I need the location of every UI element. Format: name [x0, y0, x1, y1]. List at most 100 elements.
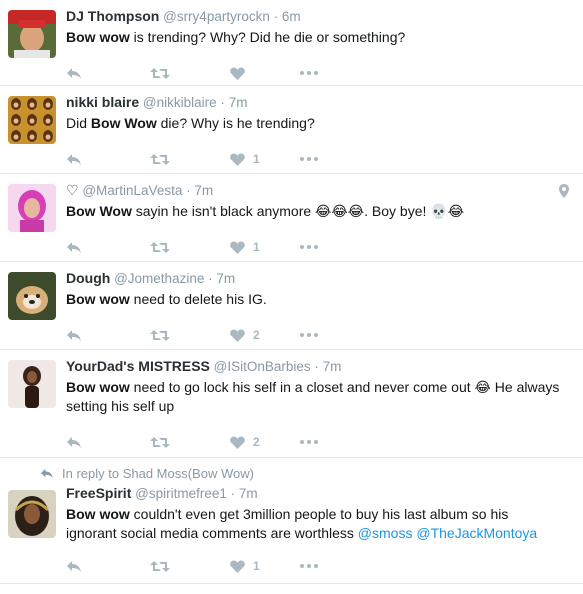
more-icon-dot	[307, 333, 311, 337]
retweet-button[interactable]	[150, 67, 230, 80]
reply-button[interactable]	[66, 560, 150, 573]
like-button[interactable]	[230, 67, 300, 80]
user-handle[interactable]: @spiritmefree1	[135, 486, 227, 501]
tweet[interactable]: YourDad's MISTRESS @ISitOnBarbies · 7m B…	[0, 350, 583, 458]
separator-dot: ·	[220, 95, 225, 110]
tweet-actions: 2	[66, 318, 571, 352]
more-icon-dot	[314, 71, 318, 75]
reply-context-text[interactable]: In reply to Shad Moss(Bow Wow)	[62, 466, 254, 481]
location-pin-icon[interactable]	[559, 184, 569, 198]
more-icon	[300, 157, 304, 161]
like-button[interactable]: 2	[230, 435, 300, 449]
tweet[interactable]: DJ Thompson @srry4partyrockn · 6m Bow wo…	[0, 0, 583, 86]
user-handle[interactable]: @srry4partyrockn	[163, 9, 270, 24]
more-icon	[300, 440, 304, 444]
display-name[interactable]: YourDad's MISTRESS	[66, 358, 210, 374]
timestamp[interactable]: 7m	[229, 95, 248, 110]
avatar[interactable]	[8, 184, 56, 232]
separator-dot: ·	[186, 183, 191, 198]
more-button[interactable]	[300, 245, 318, 249]
reply-button[interactable]	[66, 153, 150, 166]
user-handle[interactable]: @ISitOnBarbies	[214, 359, 311, 374]
highlight: Bow wow	[66, 379, 130, 395]
more-icon-dot	[307, 440, 311, 444]
heart-icon	[230, 153, 245, 166]
more-button[interactable]	[300, 157, 318, 161]
tweet-header: YourDad's MISTRESS @ISitOnBarbies · 7m	[66, 358, 571, 375]
more-icon-dot	[314, 564, 318, 568]
retweet-button[interactable]	[150, 153, 230, 166]
more-icon-dot	[314, 333, 318, 337]
display-name[interactable]: nikki blaire	[66, 94, 139, 110]
user-handle[interactable]: @Jomethazine	[114, 271, 204, 286]
tweet[interactable]: In reply to Shad Moss(Bow Wow) FreeSpiri…	[0, 458, 583, 584]
timestamp[interactable]: 7m	[323, 359, 342, 374]
tweet-text: Bow wow couldn't even get 3million peopl…	[66, 505, 571, 543]
heart-icon	[230, 241, 245, 254]
mention-link[interactable]: @TheJackMontoya	[416, 525, 537, 541]
reply-icon	[67, 436, 81, 448]
more-icon-dot	[307, 71, 311, 75]
retweet-button[interactable]	[150, 560, 230, 573]
like-button[interactable]: 1	[230, 240, 300, 254]
like-button[interactable]: 1	[230, 559, 300, 573]
more-icon-dot	[307, 157, 311, 161]
display-name[interactable]: Dough	[66, 270, 110, 286]
avatar[interactable]	[8, 360, 56, 408]
heart-icon	[230, 436, 245, 449]
tweet-text: Bow wow need to delete his IG.	[66, 290, 571, 309]
timestamp[interactable]: 7m	[216, 271, 235, 286]
separator-dot: ·	[230, 486, 236, 501]
like-count: 1	[253, 559, 260, 573]
highlight: Bow Wow	[66, 203, 132, 219]
heart-icon	[230, 560, 245, 573]
display-name[interactable]: ♡	[66, 182, 79, 198]
more-icon-dot	[314, 245, 318, 249]
timestamp[interactable]: 7m	[194, 183, 213, 198]
more-button[interactable]	[300, 440, 318, 444]
tweet-text: Did Bow Wow die? Why is he trending?	[66, 114, 571, 133]
like-button[interactable]: 1	[230, 152, 300, 166]
reply-button[interactable]	[66, 329, 150, 342]
more-icon-dot	[307, 564, 311, 568]
tweet[interactable]: ♡ @MartinLaVesta · 7m Bow Wow sayin he i…	[0, 174, 583, 262]
tweet-feed: DJ Thompson @srry4partyrockn · 6m Bow wo…	[0, 0, 583, 584]
timestamp[interactable]: 6m	[282, 9, 301, 24]
avatar[interactable]	[8, 272, 56, 320]
like-button[interactable]: 2	[230, 328, 300, 342]
timestamp[interactable]: 7m	[239, 486, 258, 501]
retweet-button[interactable]	[150, 436, 230, 449]
separator-dot: ·	[208, 271, 213, 286]
reply-button[interactable]	[66, 67, 150, 80]
more-button[interactable]	[300, 564, 318, 568]
retweet-button[interactable]	[150, 329, 230, 342]
display-name[interactable]: FreeSpirit	[66, 485, 131, 501]
more-button[interactable]	[300, 71, 318, 75]
more-icon	[300, 564, 304, 568]
highlight: Bow wow	[66, 29, 130, 45]
tweet-header: nikki blaire @nikkiblaire · 7m	[66, 94, 571, 111]
tweet[interactable]: nikki blaire @nikkiblaire · 7m Did Bow W…	[0, 86, 583, 174]
avatar[interactable]	[8, 490, 56, 538]
user-handle[interactable]: @MartinLaVesta	[82, 183, 182, 198]
more-button[interactable]	[300, 333, 318, 337]
reply-context[interactable]: In reply to Shad Moss(Bow Wow)	[40, 466, 571, 485]
tweet-actions: 1	[66, 230, 571, 264]
highlight: Bow wow	[66, 291, 130, 307]
more-icon-dot	[307, 245, 311, 249]
reply-icon	[67, 560, 81, 572]
heart-icon	[230, 329, 245, 342]
retweet-button[interactable]	[150, 241, 230, 254]
reply-icon	[41, 468, 53, 479]
mention-link[interactable]: @smoss	[358, 525, 413, 541]
tweet[interactable]: Dough @Jomethazine · 7m Bow wow need to …	[0, 262, 583, 350]
user-handle[interactable]: @nikkiblaire	[143, 95, 217, 110]
more-icon	[300, 71, 304, 75]
display-name[interactable]: DJ Thompson	[66, 8, 159, 24]
tweet-actions: 2	[66, 425, 571, 459]
tweet-actions	[66, 56, 571, 90]
avatar[interactable]	[8, 10, 56, 58]
reply-button[interactable]	[66, 436, 150, 449]
avatar[interactable]	[8, 96, 56, 144]
reply-button[interactable]	[66, 241, 150, 254]
